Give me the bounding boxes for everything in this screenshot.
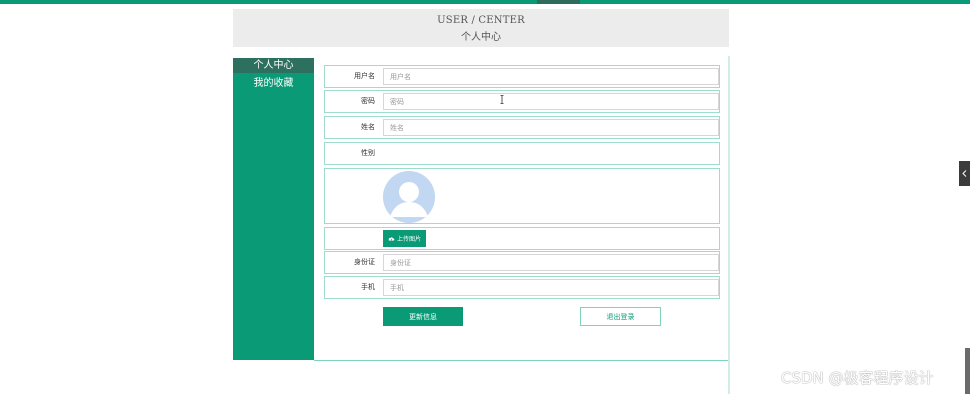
text-cursor-icon (500, 95, 504, 104)
cloud-upload-icon (388, 237, 395, 241)
username-input[interactable] (383, 68, 719, 85)
content-divider (728, 56, 730, 394)
sidebar: 个人中心 我的收藏 (233, 58, 314, 360)
password-input[interactable] (383, 93, 719, 110)
page-title: USER / CENTER (437, 15, 525, 26)
update-info-button[interactable]: 更新信息 (383, 307, 463, 326)
name-label: 姓名 (361, 123, 375, 131)
page-header-banner: USER / CENTER 个人中心 (233, 9, 729, 47)
top-bar-marker (537, 0, 580, 4)
username-row: 用户名 (324, 65, 720, 88)
upload-row: 上传图片 (324, 227, 720, 250)
sidebar-item-my-favorites[interactable]: 我的收藏 (233, 76, 314, 91)
name-row: 姓名 (324, 116, 720, 139)
side-panel-toggle[interactable] (959, 161, 970, 186)
password-row: 密码 (324, 90, 720, 113)
upload-image-button[interactable]: 上传图片 (383, 230, 427, 247)
avatar-placeholder-icon (383, 171, 435, 223)
avatar-row (324, 168, 720, 224)
phone-row: 手机 (324, 276, 720, 299)
logout-button[interactable]: 退出登录 (580, 307, 661, 326)
page-subtitle: 个人中心 (461, 32, 501, 43)
id-card-input[interactable] (383, 254, 719, 271)
phone-label: 手机 (361, 283, 375, 291)
upload-image-label: 上传图片 (397, 236, 422, 243)
sidebar-item-personal-center[interactable]: 个人中心 (233, 58, 314, 73)
chevron-left-icon (962, 170, 967, 177)
page-scrollbar[interactable] (965, 348, 970, 394)
password-label: 密码 (361, 97, 375, 105)
name-input[interactable] (383, 119, 719, 136)
csdn-watermark: CSDN @极客程序设计 (781, 369, 934, 387)
id-card-row: 身份证 (324, 251, 720, 274)
phone-input[interactable] (383, 279, 719, 296)
top-accent-bar (0, 0, 970, 4)
gender-row[interactable]: 性别 (324, 142, 720, 165)
username-label: 用户名 (354, 72, 375, 80)
id-card-label: 身份证 (354, 258, 375, 266)
gender-label: 性别 (361, 149, 375, 157)
